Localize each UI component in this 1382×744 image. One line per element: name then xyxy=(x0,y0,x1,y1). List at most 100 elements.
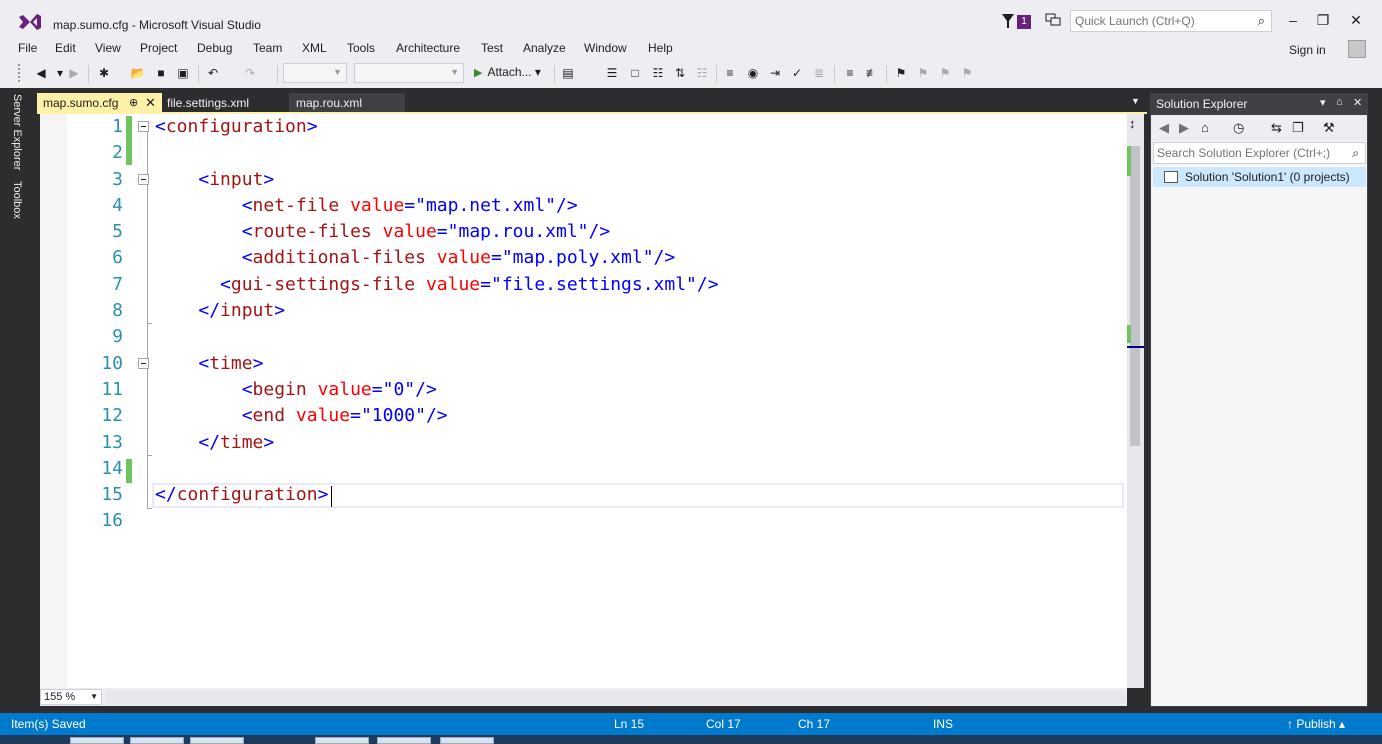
code-line[interactable]: <additional-files value="map.poly.xml"/> xyxy=(155,245,1125,271)
scrollbar-thumb[interactable] xyxy=(1130,146,1140,446)
notification-count-badge[interactable]: 1 xyxy=(1017,15,1031,29)
list-members-icon[interactable]: ☰ xyxy=(604,65,620,81)
code-line[interactable]: <configuration> xyxy=(155,114,1125,140)
collapse-input-icon[interactable] xyxy=(138,174,149,185)
uncomment-icon[interactable]: ≢ xyxy=(864,65,880,81)
new-project-icon[interactable]: ✱ xyxy=(96,65,112,81)
previous-bookmark-icon[interactable]: ⚑ xyxy=(915,65,931,81)
code-line[interactable]: <route-files value="map.rou.xml"/> xyxy=(155,219,1125,245)
quick-launch-box[interactable]: ⌕ xyxy=(1070,10,1272,32)
attach-button[interactable]: ▶ Attach... ▾ xyxy=(474,65,541,79)
taskbar-button[interactable] xyxy=(70,737,124,744)
toolbox-tab[interactable]: Toolbox xyxy=(11,181,23,219)
back-icon[interactable]: ◀ xyxy=(1159,120,1169,136)
menu-project[interactable]: Project xyxy=(140,41,177,55)
menu-xml[interactable]: XML xyxy=(302,41,327,55)
xslt-icon[interactable]: ≡ xyxy=(722,65,738,81)
menu-architecture[interactable]: Architecture xyxy=(396,41,460,55)
taskbar-button[interactable] xyxy=(377,737,431,744)
properties-icon[interactable]: ⚒ xyxy=(1323,120,1335,136)
tab-file-settings-xml[interactable]: file.settings.xml xyxy=(161,93,289,113)
code-line[interactable]: <time> xyxy=(155,351,1125,377)
find-in-files-icon[interactable]: ▤ xyxy=(560,65,576,81)
code-line[interactable]: <gui-settings-file value="file.settings.… xyxy=(155,272,1125,298)
restore-button[interactable]: ❐ xyxy=(1310,12,1336,30)
open-file-icon[interactable]: 📂 xyxy=(130,65,146,81)
pin-icon[interactable]: ⊕ xyxy=(129,93,138,113)
code-line[interactable]: <end value="1000"/> xyxy=(155,403,1125,429)
collapse-time-icon[interactable] xyxy=(138,358,149,369)
code-line[interactable]: </time> xyxy=(155,430,1125,456)
feedback-icon[interactable] xyxy=(1045,13,1061,27)
save-icon[interactable]: ■ xyxy=(153,65,169,81)
taskbar-button[interactable] xyxy=(130,737,184,744)
window-position-icon[interactable]: ▾ xyxy=(1320,96,1326,109)
format-icon[interactable]: ≣ xyxy=(811,65,827,81)
code-line[interactable]: <input> xyxy=(155,167,1125,193)
menu-tools[interactable]: Tools xyxy=(347,41,375,55)
menu-file[interactable]: File xyxy=(18,41,37,55)
sort-icon[interactable]: ⇅ xyxy=(672,65,688,81)
tree-icon[interactable]: ☷ xyxy=(650,65,666,81)
indent-icon[interactable]: ⇥ xyxy=(767,65,783,81)
avatar[interactable] xyxy=(1348,40,1366,58)
redo-icon[interactable]: ↷ xyxy=(242,65,258,81)
xml-view-icon[interactable]: ◉ xyxy=(745,65,761,81)
close-icon[interactable]: ✕ xyxy=(1353,96,1362,109)
menu-analyze[interactable]: Analyze xyxy=(523,41,566,55)
quick-launch-input[interactable] xyxy=(1071,11,1246,31)
sign-in-link[interactable]: Sign in xyxy=(1289,43,1326,57)
spell-check-icon[interactable]: ✓ xyxy=(789,65,805,81)
code-line[interactable] xyxy=(155,456,1125,482)
menu-edit[interactable]: Edit xyxy=(55,41,76,55)
navigate-back-icon[interactable]: ◀ xyxy=(33,65,49,81)
close-window-button[interactable]: ✕ xyxy=(1343,12,1369,30)
taskbar-button[interactable] xyxy=(315,737,369,744)
tab-dropdown-icon[interactable]: ▼ xyxy=(1131,96,1140,106)
pending-changes-icon[interactable]: ◷ xyxy=(1233,120,1244,136)
code-line[interactable]: </input> xyxy=(155,298,1125,324)
code-line[interactable]: <net-file value="map.net.xml"/> xyxy=(155,193,1125,219)
search-icon[interactable]: ⌕ xyxy=(1258,13,1265,29)
schema-icon[interactable]: ☷ xyxy=(694,65,710,81)
publish-button[interactable]: ↑ Publish ▴ xyxy=(1287,717,1345,731)
code-line[interactable] xyxy=(155,140,1125,166)
minimize-button[interactable]: – xyxy=(1280,12,1306,30)
comment-icon[interactable]: ≡ xyxy=(842,65,858,81)
toolbar-grip[interactable] xyxy=(18,64,22,82)
clear-bookmarks-icon[interactable]: ⚑ xyxy=(959,65,975,81)
server-explorer-tab[interactable]: Server Explorer xyxy=(11,94,23,170)
code-line[interactable] xyxy=(155,324,1125,350)
taskbar-button[interactable] xyxy=(440,737,494,744)
menu-debug[interactable]: Debug xyxy=(197,41,232,55)
editor-horizontal-scrollbar[interactable] xyxy=(106,690,1126,704)
solution-configuration-dropdown[interactable]: ▼ xyxy=(283,63,347,83)
next-bookmark-icon[interactable]: ⚑ xyxy=(937,65,953,81)
split-window-icon[interactable]: ↕ xyxy=(1129,116,1136,131)
search-icon[interactable]: ⌕ xyxy=(1352,146,1359,161)
code-line[interactable] xyxy=(155,508,1125,534)
zoom-dropdown[interactable]: 155 % ▼ xyxy=(40,689,102,705)
taskbar-button[interactable] xyxy=(190,737,244,744)
close-icon[interactable]: ✕ xyxy=(145,93,156,113)
menu-view[interactable]: View xyxy=(95,41,121,55)
navigate-forward-icon[interactable]: ▶ xyxy=(66,65,82,81)
document-icon[interactable]: □ xyxy=(627,65,643,81)
menu-help[interactable]: Help xyxy=(648,41,673,55)
menu-test[interactable]: Test xyxy=(481,41,503,55)
bookmark-icon[interactable]: ⚑ xyxy=(893,65,909,81)
home-icon[interactable]: ⌂ xyxy=(1201,120,1209,135)
auto-hide-pin-icon[interactable]: ⌂ xyxy=(1336,96,1343,108)
collapse-configuration-icon[interactable] xyxy=(138,121,149,132)
menu-window[interactable]: Window xyxy=(584,41,627,55)
solution-root-item[interactable]: Solution 'Solution1' (0 projects) xyxy=(1153,167,1366,187)
solution-platform-dropdown[interactable]: ▼ xyxy=(354,63,464,83)
tab-map-rou-xml[interactable]: map.rou.xml xyxy=(289,93,405,113)
undo-icon[interactable]: ↶ xyxy=(205,65,221,81)
menu-team[interactable]: Team xyxy=(253,41,282,55)
code-line[interactable]: </configuration> xyxy=(155,482,1125,508)
collapse-all-icon[interactable]: ❐ xyxy=(1292,120,1304,136)
solution-explorer-search[interactable]: ⌕ xyxy=(1153,142,1366,164)
code-line[interactable]: <begin value="0"/> xyxy=(155,377,1125,403)
sync-icon[interactable]: ⇆ xyxy=(1271,120,1282,136)
